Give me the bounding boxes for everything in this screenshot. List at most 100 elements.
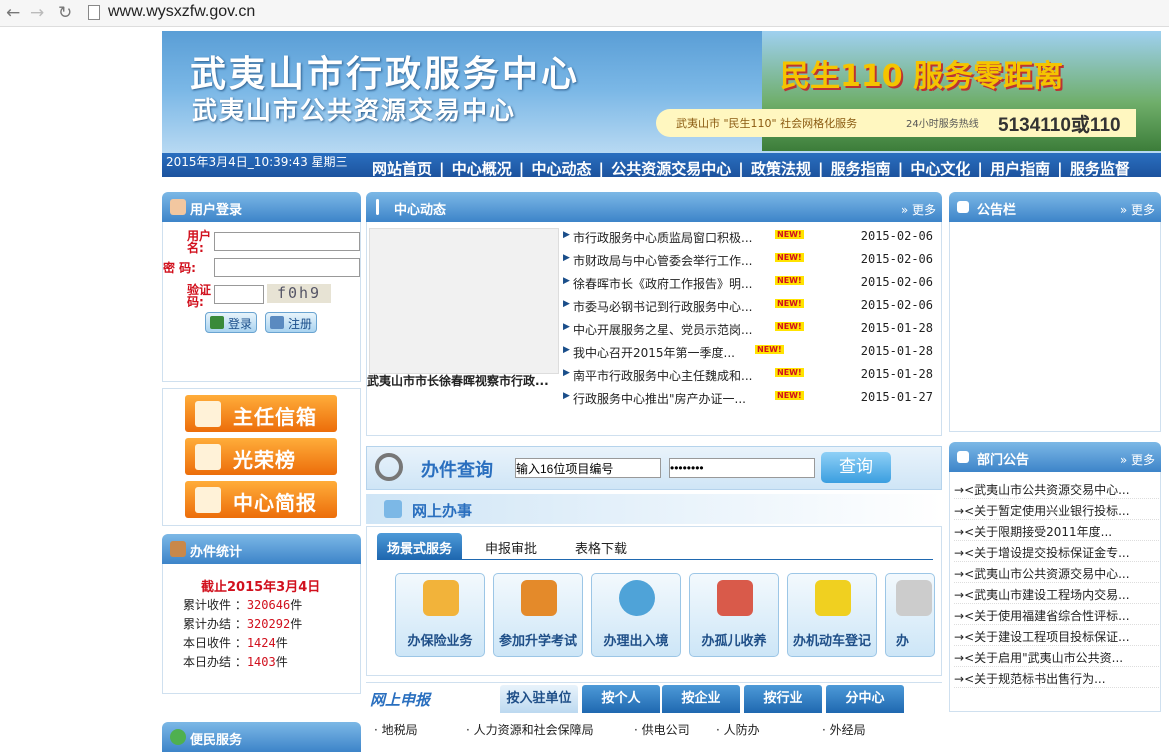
login-panel: 用户名: 密 码: 验证码: f0h9 登录 注册: [162, 222, 361, 382]
page-icon: [88, 5, 100, 20]
service-tile-partial[interactable]: 办: [885, 573, 935, 657]
dept-more-link[interactable]: » 更多: [1120, 451, 1155, 468]
arrow-icon: ▶: [563, 299, 570, 309]
dept-notice-item[interactable]: →<武夷山市公共资源交易中心...: [954, 562, 1159, 583]
online-declare-bar: 网上申报 按入驻单位 按个人 按企业 按行业 分中心 · 地税局 · 人力资源和…: [366, 682, 942, 737]
query-panel: 办件查询 查询: [366, 446, 942, 490]
stats-as-of: 截止2015年3月4日: [201, 580, 321, 595]
nav-item-policy[interactable]: 政策法规: [751, 160, 811, 177]
nav-item-news[interactable]: 中心动态: [531, 160, 591, 177]
login-button[interactable]: 登录: [205, 312, 258, 333]
username-input[interactable]: [214, 232, 360, 251]
nav-item-home[interactable]: 网站首页: [372, 160, 432, 177]
news-item[interactable]: ▶ 市财政局与中心管委会举行工作... NEW! 2015-02-06: [563, 249, 939, 272]
dept-notice-item[interactable]: →<关于使用福建省综合性评标...: [954, 604, 1159, 625]
news-item[interactable]: ▶ 市行政服务中心质监局窗口积极... NEW! 2015-02-06: [563, 226, 939, 249]
project-code-input[interactable]: [515, 458, 661, 478]
news-item[interactable]: ▶ 行政服务中心推出"房产办证一... NEW! 2015-01-27: [563, 387, 939, 410]
nav-item-guide[interactable]: 服务指南: [831, 160, 891, 177]
forward-arrow-icon[interactable]: →: [30, 3, 44, 23]
declare-unit-link[interactable]: · 供电公司: [634, 721, 690, 738]
director-mailbox-label: 主任信箱: [233, 405, 317, 429]
dept-notice-item[interactable]: →<关于规范标书出售行为...: [954, 667, 1159, 688]
tab-by-enterprise[interactable]: 按企业: [662, 685, 740, 713]
honor-roll-button[interactable]: 光荣榜: [185, 438, 337, 475]
hotline-band: 武夷山市 "民生110" 社会网格化服务 24小时服务热线 5134110或11…: [656, 109, 1136, 137]
tab-by-industry[interactable]: 按行业: [744, 685, 822, 713]
browser-toolbar: ← → ↻ www.wysxzfw.gov.cn: [0, 0, 1169, 27]
news-item[interactable]: ▶ 南平市行政服务中心主任魏成和... NEW! 2015-01-28: [563, 364, 939, 387]
query-password-input[interactable]: [669, 458, 815, 478]
dept-notice-item[interactable]: →<关于启用"武夷山市公共资...: [954, 646, 1159, 667]
service-tile-insurance[interactable]: 办保险业务: [395, 573, 485, 657]
pen-icon: [384, 500, 402, 518]
service-tile-adoption[interactable]: 办孤儿收养: [689, 573, 779, 657]
tab-approval[interactable]: 申报审批: [475, 533, 547, 559]
insurance-icon: [423, 580, 459, 616]
service-tile-exit-entry[interactable]: 办理出入境: [591, 573, 681, 657]
online-service-title: 网上办事: [412, 502, 473, 520]
back-arrow-icon[interactable]: ←: [6, 3, 20, 23]
declare-unit-link[interactable]: · 人防办: [716, 721, 760, 738]
board-icon: [957, 201, 969, 213]
globe-icon: [619, 580, 655, 616]
nav-item-overview[interactable]: 中心概况: [452, 160, 512, 177]
online-service-header: 网上办事: [366, 494, 942, 524]
magnifier-icon: [375, 453, 403, 481]
site-banner: 武夷山市行政服务中心 武夷山市公共资源交易中心 民生110 服务零距离 武夷山市…: [162, 31, 1161, 177]
register-button[interactable]: 注册: [265, 312, 318, 333]
password-label: 密 码:: [163, 261, 196, 275]
news-item[interactable]: ▶ 我中心召开2015年第一季度... NEW! 2015-01-28: [563, 341, 939, 364]
dept-notice-item[interactable]: →<关于增设提交投标保证金专...: [954, 541, 1159, 562]
tab-scenario-service[interactable]: 场景式服务: [377, 533, 463, 559]
declare-unit-link[interactable]: · 地税局: [374, 721, 418, 738]
arrow-icon: ▶: [563, 253, 570, 263]
declare-unit-link[interactable]: · 人力资源和社会保障局: [466, 721, 594, 738]
tab-by-unit[interactable]: 按入驻单位: [500, 685, 578, 713]
declare-unit-link[interactable]: · 外经局: [822, 721, 866, 738]
site-subtitle: 武夷山市公共资源交易中心: [192, 96, 517, 125]
news-item[interactable]: ▶ 市委马必钢书记到行政服务中心... NEW! 2015-02-06: [563, 295, 939, 318]
nav-item-supervision[interactable]: 服务监督: [1070, 160, 1130, 177]
dept-title: 部门公告: [977, 453, 1030, 468]
notice-more-link[interactable]: » 更多: [1120, 201, 1155, 218]
bulletin-button[interactable]: 中心简报: [185, 481, 337, 518]
tab-by-person[interactable]: 按个人: [582, 685, 660, 713]
nav-item-trading[interactable]: 公共资源交易中心: [611, 160, 731, 177]
nav-menu: 网站首页 | 中心概况 | 中心动态 | 公共资源交易中心 | 政策法规 | 服务指南 | …: [372, 160, 1130, 177]
dept-notice-item[interactable]: →<关于暂定使用兴业银行投标...: [954, 499, 1159, 520]
trophy-icon: [195, 444, 221, 470]
query-button[interactable]: 查询: [821, 452, 891, 483]
service-tile-vehicle[interactable]: 办机动车登记: [787, 573, 877, 657]
news-photo[interactable]: [369, 228, 559, 374]
bar-icon: [376, 199, 379, 215]
nav-item-user-guide[interactable]: 用户指南: [990, 160, 1050, 177]
dept-header: 部门公告 » 更多: [949, 442, 1161, 472]
captcha-image[interactable]: f0h9: [267, 284, 331, 303]
service-tile-exam[interactable]: 参加升学考试: [493, 573, 583, 657]
online-declare-title: 网上申报: [370, 691, 431, 709]
news-item[interactable]: ▶ 中心开展服务之星、党员示范岗... NEW! 2015-01-28: [563, 318, 939, 341]
dept-notice-item[interactable]: →<武夷山市建设工程场内交易...: [954, 583, 1159, 604]
news-photo-caption[interactable]: 武夷山市市长徐春晖视察市行政...: [367, 372, 563, 389]
nav-item-culture[interactable]: 中心文化: [910, 160, 970, 177]
captcha-input[interactable]: [214, 285, 264, 304]
dept-notice-item[interactable]: →<关于限期接受2011年度...: [954, 520, 1159, 541]
notice-header: 公告栏 » 更多: [949, 192, 1161, 222]
tab-form-download[interactable]: 表格下载: [565, 533, 637, 559]
director-mailbox-button[interactable]: 主任信箱: [185, 395, 337, 432]
band-text: 武夷山市 "民生110" 社会网格化服务: [676, 117, 858, 130]
news-more-link[interactable]: » 更多: [901, 201, 936, 218]
dept-notice-item[interactable]: →<关于建设工程项目投标保证...: [954, 625, 1159, 646]
password-input[interactable]: [214, 258, 360, 277]
reload-icon[interactable]: ↻: [58, 3, 72, 23]
dept-notice-item[interactable]: →<武夷山市公共资源交易中心...: [954, 478, 1159, 499]
site-title: 武夷山市行政服务中心: [190, 53, 581, 95]
people-icon: [717, 580, 753, 616]
news-item[interactable]: ▶ 徐春晖市长《政府工作报告》明... NEW! 2015-02-06: [563, 272, 939, 295]
car-icon: [815, 580, 851, 616]
notice-title: 公告栏: [977, 203, 1017, 218]
stats-panel: 截止2015年3月4日 累计收件 ：320646件 累计办结 ：320292件 …: [162, 564, 361, 694]
address-bar[interactable]: www.wysxzfw.gov.cn: [108, 3, 255, 21]
tab-sub-center[interactable]: 分中心: [826, 685, 904, 713]
